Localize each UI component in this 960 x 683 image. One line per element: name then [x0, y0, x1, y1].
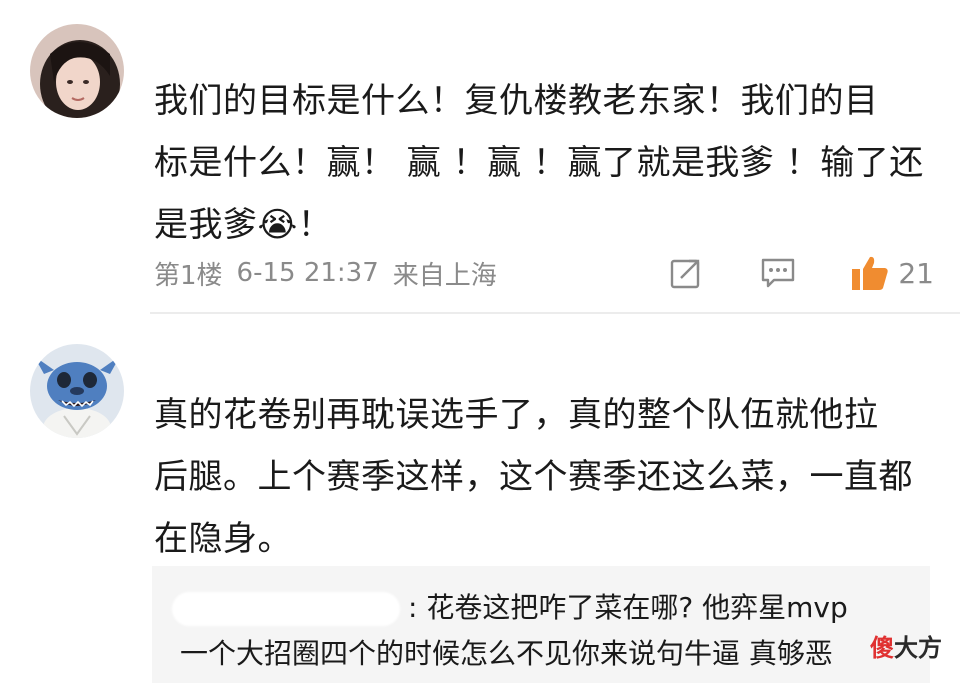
avatar[interactable]	[30, 24, 124, 118]
location: 来自上海	[392, 260, 497, 291]
girl-portrait-avatar	[30, 24, 124, 118]
comment-actions: 21	[666, 250, 934, 296]
watermark-text: 傻	[870, 634, 894, 662]
comment-line: 标是什么！赢！ 赢 ！赢 ！赢了就是我爹 ！输了还	[154, 143, 924, 183]
comment-text: 真的花卷别再耽误选手了，真的整个队伍就他拉 后腿。上个赛季这样，这个赛季还这么菜…	[154, 384, 934, 570]
timestamp: 6-15 21:37	[236, 258, 379, 288]
comment-line: 我们的目标是什么！复仇楼教老东家！我们的目	[154, 81, 879, 121]
comment-text: 我们的目标是什么！复仇楼教老东家！我们的目 标是什么！赢！ 赢 ！赢 ！赢了就是…	[154, 70, 934, 256]
divider	[150, 312, 960, 314]
reply-username-redacted	[172, 592, 400, 626]
reply-text: : 花卷这把咋了菜在哪? 他弈星mvp	[408, 591, 848, 624]
floor-number: 第1楼	[154, 260, 223, 291]
stitch-cartoon-avatar	[30, 344, 124, 438]
watermark: 傻大方	[870, 628, 942, 663]
share-icon[interactable]	[666, 253, 706, 293]
comment-line: 后腿。上个赛季这样，这个赛季还这么菜，一直都	[154, 457, 913, 497]
like-count: 21	[898, 256, 934, 290]
avatar[interactable]	[30, 344, 124, 438]
comment-line: 是我爹😭！	[154, 205, 333, 245]
comment-meta: 第1楼 6-15 21:37 来自上海 21	[154, 250, 934, 296]
watermark-text: 大方	[894, 634, 942, 662]
reply-preview[interactable]: : 花卷这把咋了菜在哪? 他弈星mvp 一个大招圈四个的时候怎么不见你来说句牛逼…	[152, 566, 930, 683]
comment-line: 在隐身。	[154, 519, 292, 559]
comment-icon[interactable]	[758, 253, 798, 293]
thumbs-up-icon[interactable]	[850, 253, 890, 293]
comment-thread: 我们的目标是什么！复仇楼教老东家！我们的目 标是什么！赢！ 赢 ！赢 ！赢了就是…	[0, 0, 960, 683]
comment-line: 真的花卷别再耽误选手了，真的整个队伍就他拉	[154, 395, 879, 435]
reply-text: 一个大招圈四个的时候怎么不见你来说句牛逼 真够恶	[180, 637, 833, 670]
